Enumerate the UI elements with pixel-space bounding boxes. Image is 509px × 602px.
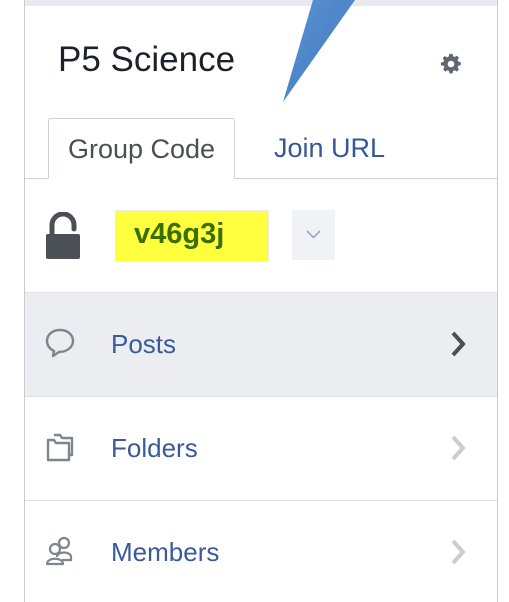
- group-code-value: v46g3j: [115, 210, 269, 262]
- nav-label-members: Members: [111, 537, 220, 567]
- code-options-dropdown[interactable]: [292, 210, 335, 260]
- nav-item-folders[interactable]: Folders: [25, 396, 497, 501]
- folders-icon: [46, 433, 74, 462]
- chevron-right-icon: [451, 539, 466, 565]
- nav-label-folders: Folders: [111, 433, 198, 463]
- panel-top-edge: [25, 0, 497, 6]
- members-icon: [45, 536, 73, 566]
- nav-item-members[interactable]: Members: [25, 500, 497, 602]
- group-code-text: v46g3j: [134, 218, 225, 250]
- chevron-right-icon: [451, 331, 466, 357]
- chevron-down-icon: [306, 230, 321, 239]
- group-title: P5 Science: [58, 40, 236, 79]
- chevron-right-icon: [451, 435, 466, 461]
- nav-item-posts[interactable]: Posts: [25, 292, 497, 397]
- nav-label-posts: Posts: [111, 329, 177, 359]
- group-sidebar-panel: P5 Science Group Code Join URL v46g3j Po…: [24, 0, 498, 602]
- lock-icon: [46, 212, 80, 259]
- speech-bubble-icon: [45, 328, 75, 358]
- tab-join-url[interactable]: Join URL: [274, 118, 385, 178]
- tab-group-code[interactable]: Group Code: [48, 118, 235, 179]
- gear-icon[interactable]: [440, 53, 462, 75]
